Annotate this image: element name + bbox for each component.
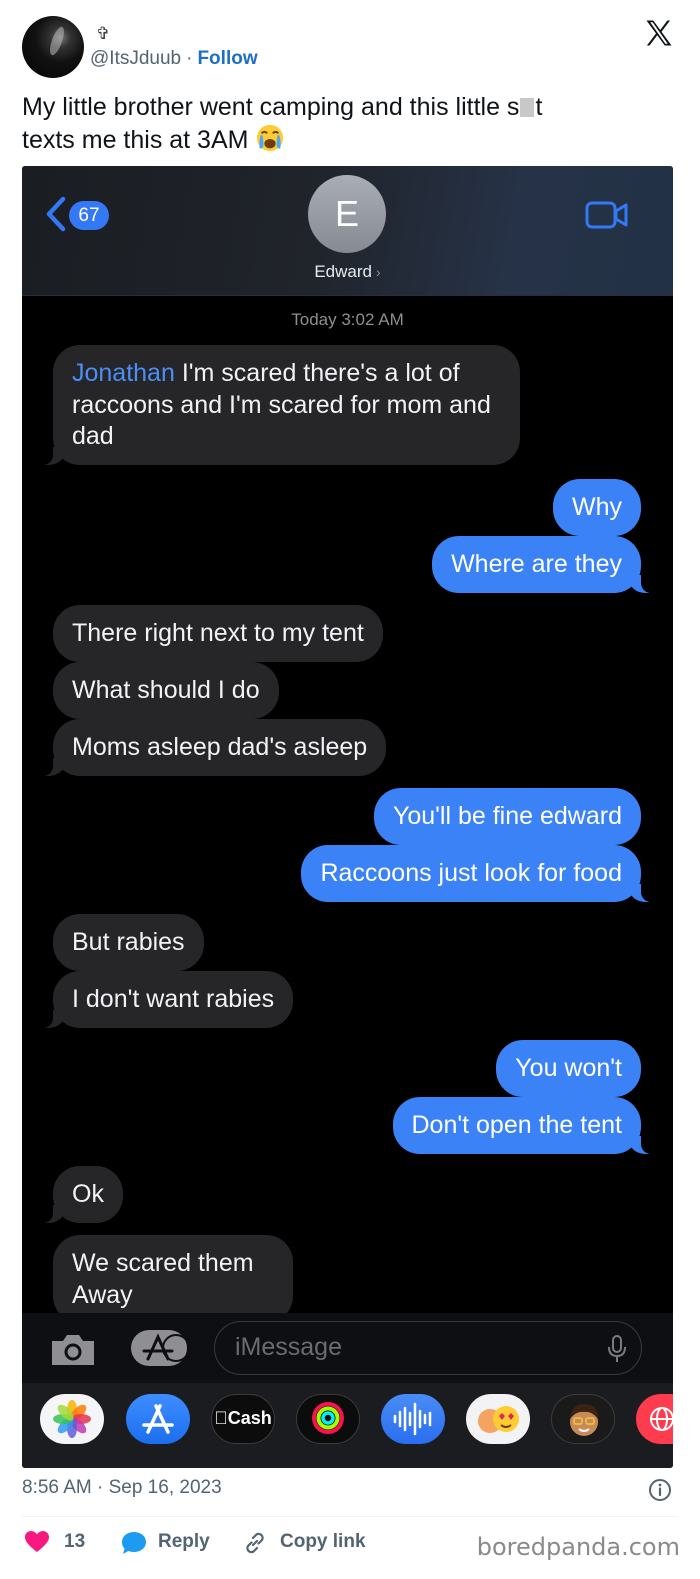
tweet-header: ✞ @ItsJduub · Follow bbox=[22, 16, 678, 80]
incoming-message[interactable]: But rabies bbox=[53, 914, 204, 971]
microphone-icon[interactable] bbox=[607, 1334, 627, 1364]
reply-label: Reply bbox=[158, 1531, 210, 1552]
outgoing-message[interactable]: You won't bbox=[496, 1040, 641, 1097]
copy-link-label: Copy link bbox=[280, 1531, 366, 1552]
divider bbox=[22, 1516, 678, 1517]
handle-row: @ItsJduub · Follow bbox=[90, 48, 258, 70]
conversation-header: 67 E Edward › bbox=[22, 166, 673, 296]
app-store-drawer-icon[interactable] bbox=[130, 1329, 188, 1367]
site-watermark: boredpanda.com bbox=[476, 1533, 680, 1561]
tweet-timestamp[interactable]: 8:56 AM · Sep 16, 2023 bbox=[22, 1477, 222, 1499]
activity-rings-icon[interactable] bbox=[296, 1394, 360, 1444]
reply-bubble-icon bbox=[122, 1532, 146, 1554]
back-chevron-icon[interactable] bbox=[44, 196, 68, 232]
user-handle[interactable]: @ItsJduub bbox=[90, 48, 181, 69]
tweet-text: My little brother went camping and this … bbox=[22, 92, 672, 156]
tweet-text-part: texts me this at 3AM bbox=[22, 126, 249, 154]
memoji-icon[interactable] bbox=[551, 1394, 615, 1444]
tweet-text-part: t bbox=[535, 93, 543, 121]
apple-logo-icon:  bbox=[214, 1408, 228, 1428]
photos-app-icon[interactable] bbox=[40, 1394, 104, 1444]
redaction-block bbox=[520, 98, 535, 117]
user-avatar[interactable] bbox=[22, 16, 84, 78]
incoming-message[interactable]: We scared them Away bbox=[53, 1235, 293, 1323]
display-name[interactable]: ✞ bbox=[96, 24, 110, 44]
incoming-message[interactable]: Moms asleep dad's asleep bbox=[40, 719, 387, 776]
chevron-right-icon: › bbox=[375, 264, 381, 280]
cash-label: Cash bbox=[220, 1408, 272, 1428]
link-icon bbox=[246, 1532, 264, 1554]
crying-face-emoji-icon bbox=[257, 124, 284, 152]
outgoing-message[interactable]: Where are they bbox=[432, 536, 653, 593]
follow-button[interactable]: Follow bbox=[197, 48, 257, 69]
heart-icon bbox=[25, 1531, 49, 1552]
sender-name: Jonathan bbox=[72, 359, 175, 387]
contact-avatar[interactable]: E bbox=[308, 175, 386, 253]
incoming-message[interactable]: Ok bbox=[41, 1166, 123, 1223]
like-count: 13 bbox=[64, 1531, 86, 1552]
memoji-stickers-icon[interactable] bbox=[466, 1394, 530, 1444]
incoming-message[interactable]: What should I do bbox=[53, 662, 279, 719]
video-call-icon[interactable] bbox=[585, 201, 629, 229]
outgoing-message[interactable]: Don't open the tent bbox=[392, 1097, 653, 1154]
tweet-text-part: My little brother went camping and this … bbox=[22, 93, 520, 121]
message-timestamp: Today 3:02 AM bbox=[291, 310, 404, 329]
incoming-message[interactable]: Jonathan I'm scared there's a lot of rac… bbox=[41, 345, 520, 465]
unread-count-badge[interactable]: 67 bbox=[69, 201, 109, 230]
outgoing-message[interactable]: You'll be fine edward bbox=[373, 788, 641, 845]
info-icon[interactable] bbox=[648, 1478, 672, 1502]
x-logo-icon[interactable] bbox=[644, 18, 674, 48]
imessage-screenshot: 67 E Edward › Today 3:02 AM Jonathan I'm … bbox=[22, 166, 673, 1468]
audio-message-icon[interactable] bbox=[381, 1394, 445, 1444]
compose-bar: iMessage bbox=[22, 1313, 673, 1383]
separator-dot: · bbox=[186, 48, 193, 69]
apple-cash-icon[interactable]: Cash bbox=[211, 1394, 275, 1444]
imessage-input[interactable]: iMessage bbox=[214, 1321, 642, 1375]
incoming-message[interactable]: I don't want rabies bbox=[40, 971, 294, 1028]
web-browser-icon[interactable] bbox=[636, 1394, 673, 1444]
outgoing-message[interactable]: Why bbox=[553, 479, 641, 536]
contact-name[interactable]: Edward › bbox=[22, 262, 673, 282]
camera-icon[interactable] bbox=[48, 1331, 98, 1367]
imessage-placeholder: iMessage bbox=[235, 1333, 342, 1361]
incoming-message[interactable]: There right next to my tent bbox=[53, 605, 383, 662]
contact-name-label: Edward bbox=[314, 262, 372, 281]
outgoing-message[interactable]: Raccoons just look for food bbox=[301, 845, 653, 902]
app-store-icon[interactable] bbox=[126, 1394, 190, 1444]
app-drawer: Cash bbox=[22, 1383, 673, 1468]
